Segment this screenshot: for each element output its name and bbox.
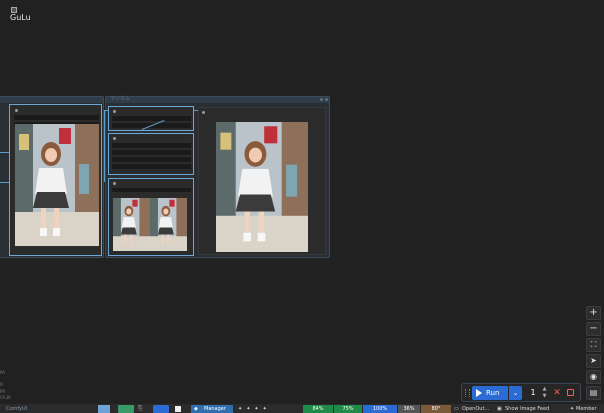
left-panel-label: PA (0, 370, 5, 375)
loaded-image-preview (15, 124, 99, 246)
member-icon: ✦ (570, 406, 575, 412)
cancel-button[interactable]: ✕ (551, 386, 563, 400)
window-icon[interactable] (98, 405, 110, 413)
play-icon (476, 389, 482, 397)
node-collapse-dot[interactable] (113, 110, 116, 113)
sampler-node[interactable] (108, 106, 194, 131)
vram-stat: 36% (398, 405, 420, 413)
batch-count-input[interactable]: 1 (525, 386, 541, 400)
node-collapse-dot[interactable] (113, 182, 116, 185)
toolbar-icons[interactable]: ✦✦✦✦ (238, 405, 298, 413)
stepper-up-icon[interactable]: ▲ (541, 386, 548, 393)
manager-icon: ◆ (194, 406, 198, 412)
clear-queue-button[interactable] (567, 389, 574, 396)
manager-label: Manager (204, 406, 226, 412)
member-button[interactable]: ✦ Member (570, 405, 604, 413)
open-output-button[interactable]: ▭ OpenOut... (454, 405, 494, 413)
left-panel-label: PR (0, 389, 6, 394)
tool-icon[interactable] (153, 405, 169, 413)
node-collapse-dot[interactable] (113, 137, 116, 140)
logo-text: GuLu (10, 13, 31, 22)
image-feed-label: Show Image Feed (505, 406, 550, 412)
run-button[interactable]: Run (472, 386, 508, 400)
batch-stepper[interactable]: ▲ ▼ (541, 386, 548, 400)
image-feed-button[interactable]: ▣ Show Image Feed (497, 405, 567, 413)
left-panel-label: FI (0, 382, 4, 387)
gallery-button[interactable]: ▤ (586, 386, 601, 400)
group-menu-dot[interactable] (320, 98, 323, 101)
fit-view-button[interactable]: ⛶ (586, 338, 601, 352)
group-header[interactable] (106, 97, 329, 103)
group-menu-dot[interactable] (325, 98, 328, 101)
node-widget[interactable] (112, 157, 191, 162)
batch-image-1[interactable] (113, 198, 150, 251)
node-collapse-dot[interactable] (15, 109, 18, 112)
zoom-out-button[interactable]: − (586, 322, 601, 336)
node-collapse-dot[interactable] (202, 111, 205, 114)
connection-wire (104, 110, 105, 182)
girl-photo (113, 198, 150, 251)
girl-photo (15, 124, 99, 246)
node-widget[interactable] (112, 143, 191, 148)
folder-icon: ▭ (454, 406, 459, 412)
girl-photo (150, 198, 187, 251)
connection-wire (105, 110, 108, 111)
run-label: Run (486, 389, 500, 397)
manager-button[interactable]: ◆ Manager (191, 405, 233, 413)
group-title: ランダム (110, 96, 131, 102)
output-image[interactable] (216, 122, 308, 252)
link-icon[interactable]: ⎘ (138, 405, 147, 413)
image-feed-icon: ▣ (497, 406, 502, 412)
square-icon[interactable] (175, 406, 181, 412)
run-mode-dropdown[interactable]: ⌄ (509, 386, 522, 400)
app-logo: GuLu (10, 7, 38, 23)
open-output-label: OpenOut... (462, 406, 490, 412)
connection-wire (0, 152, 9, 153)
taskbar-left-text: ComfyUI (6, 406, 28, 412)
left-panel-label: CA,BI (0, 395, 11, 400)
locate-button[interactable]: ➤ (586, 354, 601, 368)
temp-stat: 80° (421, 405, 451, 413)
gpu-stat: 100% (363, 405, 397, 413)
node-widget[interactable] (112, 164, 191, 169)
run-bar: Run ⌄ 1 ▲ ▼ ✕ (461, 383, 581, 402)
connection-wire (0, 182, 9, 183)
settings-node[interactable] (108, 133, 194, 175)
member-label: Member (576, 406, 597, 412)
node-widget[interactable] (112, 188, 191, 192)
node-widget[interactable] (14, 115, 99, 120)
cpu-stat: 84% (303, 405, 333, 413)
bottom-taskbar: ComfyUI ⎘ ◆ Manager ✦✦✦✦ 84% 75% 100% 36… (0, 404, 604, 413)
group-header[interactable] (0, 97, 103, 103)
zoom-in-button[interactable]: + (586, 306, 601, 320)
toggle-visibility-button[interactable]: ◉ (586, 370, 601, 384)
drag-handle-icon[interactable] (465, 389, 470, 397)
gpu-icon[interactable] (118, 405, 134, 413)
girl-photo (216, 122, 308, 252)
node-widget[interactable] (112, 116, 191, 121)
node-widget[interactable] (112, 150, 191, 155)
batch-image-2[interactable] (150, 198, 187, 251)
ram-stat: 75% (334, 405, 362, 413)
stepper-down-icon[interactable]: ▼ (541, 393, 548, 400)
